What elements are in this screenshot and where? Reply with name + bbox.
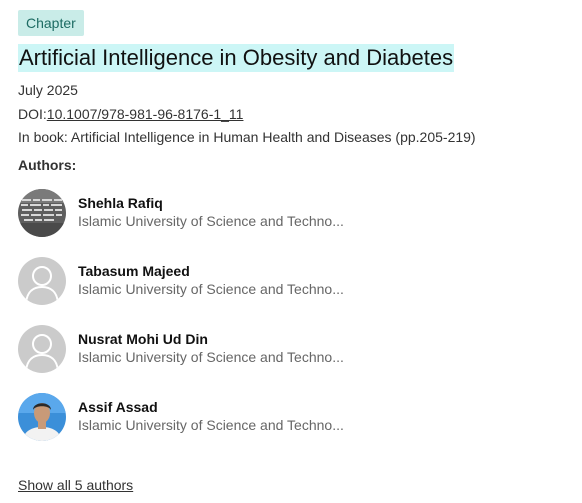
- authors-heading: Authors:: [18, 157, 77, 173]
- doi-line: DOI:10.1007/978-981-96-8176-1_11: [18, 106, 243, 122]
- author-affiliation: Islamic University of Science and Techno…: [78, 349, 344, 365]
- author-avatar[interactable]: [18, 393, 66, 441]
- publication-page: Chapter Artificial Intelligence in Obesi…: [0, 0, 582, 503]
- author-item[interactable]: Tabasum Majeed Islamic University of Sci…: [18, 257, 558, 305]
- author-affiliation: Islamic University of Science and Techno…: [78, 213, 344, 229]
- photo-icon: [18, 189, 66, 237]
- author-item[interactable]: Shehla Rafiq Islamic University of Scien…: [18, 189, 558, 237]
- author-avatar[interactable]: [18, 325, 66, 373]
- doi-label: DOI:: [18, 106, 47, 122]
- show-all-authors-link[interactable]: Show all 5 authors: [18, 477, 133, 493]
- author-affiliation: Islamic University of Science and Techno…: [78, 281, 344, 297]
- publication-title: Artificial Intelligence in Obesity and D…: [18, 44, 455, 72]
- author-item[interactable]: Nusrat Mohi Ud Din Islamic University of…: [18, 325, 558, 373]
- person-placeholder-icon: [25, 334, 59, 372]
- photo-icon: [18, 393, 66, 441]
- author-name[interactable]: Shehla Rafiq: [78, 195, 163, 211]
- author-affiliation: Islamic University of Science and Techno…: [78, 417, 344, 433]
- person-placeholder-icon: [25, 266, 59, 304]
- author-item[interactable]: Assif Assad Islamic University of Scienc…: [18, 393, 558, 441]
- doi-link[interactable]: 10.1007/978-981-96-8176-1_11: [47, 106, 244, 122]
- author-avatar[interactable]: [18, 189, 66, 237]
- author-name[interactable]: Assif Assad: [78, 399, 158, 415]
- author-avatar[interactable]: [18, 257, 66, 305]
- publication-date: July 2025: [18, 82, 78, 98]
- publication-type-badge: Chapter: [18, 10, 84, 36]
- author-name[interactable]: Nusrat Mohi Ud Din: [78, 331, 208, 347]
- book-citation: In book: Artificial Intelligence in Huma…: [18, 129, 476, 145]
- author-name[interactable]: Tabasum Majeed: [78, 263, 190, 279]
